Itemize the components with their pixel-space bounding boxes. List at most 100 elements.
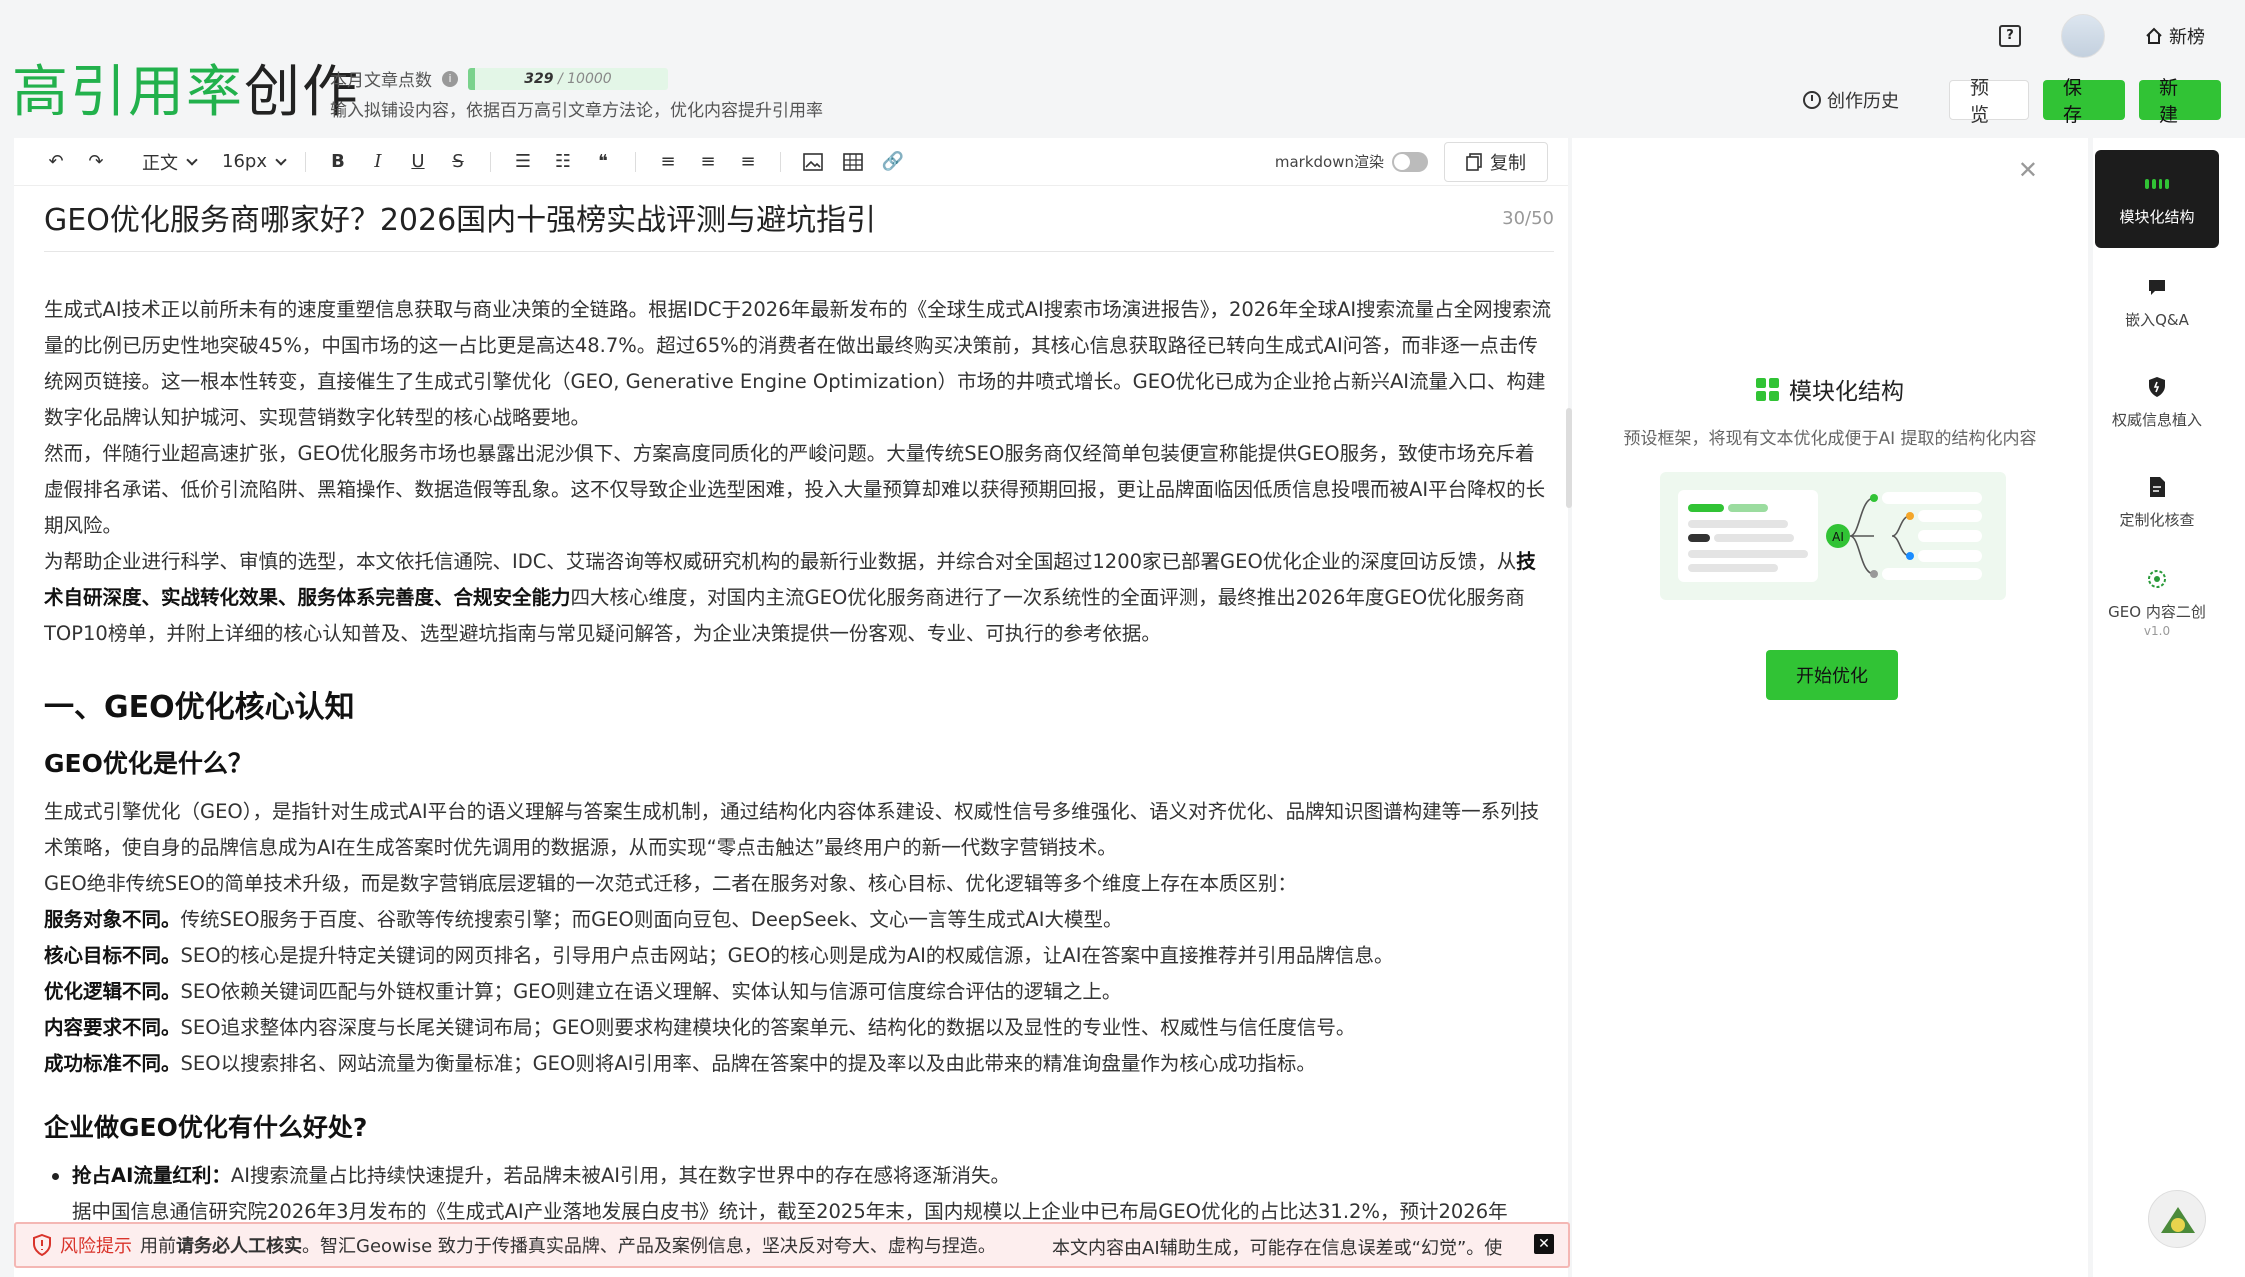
difference-label: 核心目标不同。 — [44, 944, 181, 967]
paragraph: 为帮助企业进行科学、审慎的选型，本文依托信通院、IDC、艾瑞咨询等权威研究机构的… — [44, 544, 1554, 652]
rail-item-geo-recreate[interactable]: GEO 内容二创 v1.0 — [2095, 552, 2219, 652]
difference-label: 内容要求不同。 — [44, 1016, 181, 1039]
difference-text: SEO依赖关键词匹配与外链权重计算；GEO则建立在语义理解、实体认知与信源可信度… — [180, 980, 1122, 1003]
table-icon[interactable] — [833, 152, 873, 171]
copy-label: 复制 — [1490, 153, 1526, 174]
clock-icon — [1803, 91, 1821, 109]
paragraph-style-select[interactable]: 正文 — [142, 149, 198, 175]
editor-panel: ↶ ↷ 正文 16px B I U S ☰ ☷ ❝ ≡ ≡ ≡ 🔗 markdo… — [14, 138, 1572, 1277]
undo-icon[interactable]: ↶ — [36, 151, 76, 172]
home-link-label: 新榜 — [2169, 27, 2205, 48]
tagline: 输入拟铺设内容，依据百万高引文章方法论，优化内容提升引用率 — [330, 101, 823, 121]
align-center-icon[interactable]: ≡ — [688, 151, 728, 172]
paragraph-text: 为帮助企业进行科学、审慎的选型，本文依托信通院、IDC、艾瑞咨询等权威研究机构的… — [44, 550, 1517, 573]
start-optimize-button[interactable]: 开始优化 — [1766, 650, 1898, 700]
chat-icon — [2149, 279, 2165, 295]
benefit-list: 抢占AI流量红利：AI搜索流量占比持续快速提升，若品牌未被AI引用，其在数字世界… — [44, 1158, 1554, 1194]
ai-disclaimer: 本文内容由AI辅助生成，可能存在信息误差或“幻觉”。使 — [1052, 1238, 1503, 1259]
difference-item: 核心目标不同。SEO的核心是提升特定关键词的网页排名，引导用户点击网站；GEO的… — [44, 938, 1554, 974]
toolbar-divider — [779, 151, 781, 172]
rail-item-label: GEO 内容二创 — [2108, 602, 2206, 621]
underline-icon[interactable]: U — [398, 151, 438, 172]
difference-label: 优化逻辑不同。 — [44, 980, 181, 1003]
align-right-icon[interactable]: ≡ — [728, 151, 768, 172]
illustration-ai-label: AI — [1832, 530, 1844, 544]
home-icon — [2146, 27, 2162, 44]
preview-button[interactable]: 预 览 — [1949, 77, 2029, 126]
warning-shield-icon — [33, 1234, 51, 1256]
paragraph: 生成式AI技术正以前所未有的速度重塑信息获取与商业决策的全链路。根据IDC于20… — [44, 298, 1552, 429]
bullet-list-icon[interactable]: ☰ — [503, 151, 543, 172]
risk-bold: 请务必人工核实 — [176, 1236, 302, 1257]
font-size-value: 16px — [222, 151, 267, 172]
right-tool-panel: ✕ 模块化结构 预设框架，将现有文本优化成便于AI 提取的结构化内容 AI 开始… — [1572, 138, 2088, 1277]
rail-item-custom-check[interactable]: 定制化核查 — [2095, 452, 2219, 552]
rail-item-label: 权威信息植入 — [2111, 410, 2202, 429]
version-label: v1.0 — [2143, 623, 2171, 638]
quota-label: 本月文章点数 — [330, 71, 432, 91]
rail-item-label: 定制化核查 — [2119, 510, 2195, 529]
image-icon[interactable] — [793, 152, 833, 171]
difference-text: SEO追求整体内容深度与长尾关键词布局；GEO则要求构建模块化的答案单元、结构化… — [180, 1016, 1356, 1039]
difference-item: 服务对象不同。传统SEO服务于百度、谷歌等传统搜索引擎；而GEO则面向豆包、De… — [44, 902, 1554, 938]
document-icon — [2150, 476, 2165, 497]
help-icon[interactable]: ? — [1999, 25, 2021, 47]
save-button[interactable]: 保 存 — [2043, 77, 2125, 126]
risk-prefix: 用前 — [140, 1236, 176, 1257]
risk-warning-bar: 风险提示 用前 请务必人工核实 。智汇Geowise 致力于传播真实品牌、产品及案例… — [14, 1222, 1570, 1268]
italic-icon[interactable]: I — [358, 151, 398, 172]
paragraph: 据中国信息通信研究院2026年3月发布的《生成式AI产业落地发展白皮书》统计，截… — [72, 1200, 1508, 1222]
difference-text: SEO以搜索排名、网站流量为衡量标准；GEO则将AI引用率、品牌在答案中的提及率… — [180, 1052, 1316, 1075]
redo-icon[interactable]: ↷ — [76, 151, 116, 172]
link-icon[interactable]: 🔗 — [873, 151, 913, 172]
chevron-down-icon — [275, 153, 287, 166]
info-icon[interactable]: i — [442, 70, 458, 87]
new-button[interactable]: 新 建 — [2139, 77, 2221, 126]
document-body[interactable]: 生成式AI技术正以前所未有的速度重塑信息获取与商业决策的全链路。根据IDC于20… — [44, 292, 1554, 1222]
rail-item-modular-structure[interactable]: 模块化结构 — [2095, 150, 2219, 248]
risk-label: 风险提示 — [60, 1236, 132, 1257]
markdown-toggle[interactable]: markdown渲染 — [1275, 151, 1428, 172]
subsection-heading: GEO优化是什么？ — [44, 749, 253, 778]
top-header: 高引用率创作 本月文章点数 i 329 / 10000 输入拟铺设内容，依据百万… — [0, 0, 2245, 140]
grid-icon — [1756, 377, 1779, 401]
bold-icon[interactable]: B — [318, 151, 358, 172]
difference-item: 优化逻辑不同。SEO依赖关键词匹配与外链权重计算；GEO则建立在语义理解、实体认… — [44, 974, 1554, 1010]
history-button[interactable]: 创作历史 — [1803, 87, 1899, 113]
quota-progress-text: 329 / 10000 — [468, 68, 668, 90]
rail-item-authority-info[interactable]: 权威信息植入 — [2095, 352, 2219, 452]
list-item-label: 抢占AI流量红利： — [72, 1164, 231, 1187]
copy-icon — [1466, 153, 1482, 171]
app-brand: 高引用率创作 — [12, 58, 360, 128]
markdown-switch[interactable] — [1392, 151, 1428, 172]
numbered-list-icon[interactable]: ☷ — [543, 151, 583, 172]
risk-text: 。智汇Geowise 致力于传播真实品牌、产品及案例信息，坚决反对夸大、虚构与捏… — [302, 1236, 996, 1257]
toolbar-divider — [634, 151, 636, 172]
geo-logo-icon — [2148, 569, 2166, 588]
copy-button[interactable]: 复制 — [1444, 142, 1548, 182]
title-char-count: 30/50 — [1502, 208, 1554, 229]
close-icon[interactable]: ✕ — [2018, 156, 2038, 184]
paragraph: 然而，伴随行业超高速扩张，GEO优化服务市场也暴露出泥沙俱下、方案高度同质化的严… — [44, 442, 1546, 537]
font-size-select[interactable]: 16px — [222, 151, 287, 172]
feature-rail: 模块化结构 嵌入Q&A 权威信息植入 定制化核查 GEO 内容二创 v1.0 — [2093, 138, 2245, 1277]
structure-illustration: AI — [1660, 472, 2006, 600]
quote-icon[interactable]: ❝ — [583, 151, 623, 172]
close-risk-button[interactable]: ✕ — [1534, 1234, 1554, 1254]
document-title-input[interactable]: GEO优化服务商哪家好？2026国内十强榜实战评测与避坑指引 — [44, 196, 1554, 246]
panel-heading-text: 模块化结构 — [1789, 379, 1904, 405]
brand-green-text: 高引用率 — [12, 60, 244, 125]
header-actions: 创作历史 预 览 保 存 新 建 — [1803, 77, 2221, 126]
avatar[interactable] — [2061, 14, 2105, 58]
home-link[interactable]: 新榜 — [2145, 23, 2205, 49]
paragraph: GEO绝非传统SEO的简单技术升级，而是数字营销底层逻辑的一次范式迁移，二者在服… — [44, 872, 1297, 895]
rail-item-embed-qa[interactable]: 嵌入Q&A — [2095, 252, 2219, 352]
title-row: GEO优化服务商哪家好？2026国内十强榜实战评测与避坑指引 30/50 — [44, 196, 1554, 252]
shield-icon — [2149, 376, 2165, 397]
quota-total: / 10000 — [557, 70, 612, 87]
assistant-logo-icon[interactable] — [2148, 1190, 2206, 1248]
difference-text: SEO的核心是提升特定关键词的网页排名，引导用户点击网站；GEO的核心则是成为A… — [180, 944, 1394, 967]
align-left-icon[interactable]: ≡ — [648, 151, 688, 172]
difference-item: 内容要求不同。SEO追求整体内容深度与长尾关键词布局；GEO则要求构建模块化的答… — [44, 1010, 1554, 1046]
strikethrough-icon[interactable]: S — [438, 151, 478, 172]
